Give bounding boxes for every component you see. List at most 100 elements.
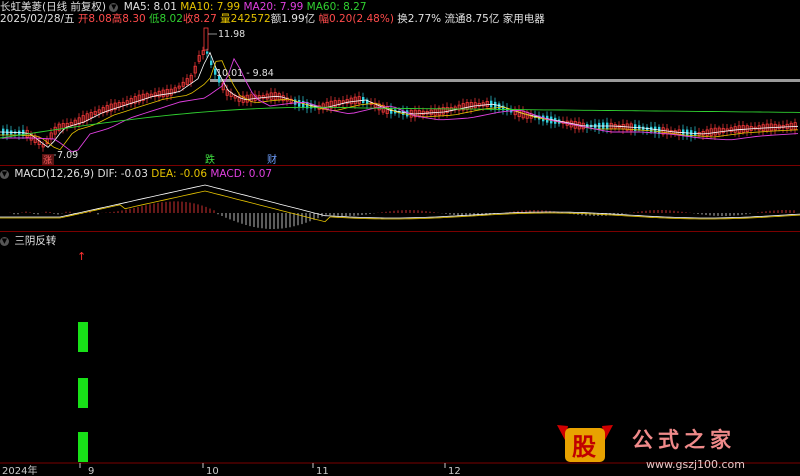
- range-annotation: 10.01 - 9.84: [216, 68, 274, 79]
- candle: [189, 73, 193, 87]
- candle: [502, 101, 505, 115]
- x-tick-year: 2024年: [2, 464, 37, 476]
- candle: [109, 99, 113, 117]
- ma10-line: [0, 60, 799, 151]
- candle: [629, 121, 633, 136]
- candle: [265, 90, 269, 102]
- candle: [85, 110, 89, 126]
- candle: [133, 93, 137, 109]
- candle: [785, 119, 789, 133]
- signal-bar: [78, 378, 88, 408]
- candle: [22, 124, 25, 139]
- candle: [81, 110, 85, 126]
- candle: [185, 74, 189, 87]
- x-tick-10: 10: [206, 466, 219, 476]
- candle: [753, 122, 757, 132]
- x-tick-12: 12: [448, 466, 461, 476]
- candle: [197, 50, 201, 64]
- candle: [89, 109, 93, 122]
- candle: [153, 87, 157, 101]
- candle: [73, 117, 77, 130]
- candle: [494, 97, 497, 114]
- candle: [45, 135, 49, 146]
- watermark-url: www.gszj100.com: [646, 458, 745, 471]
- candle: [357, 91, 361, 107]
- candle: [625, 119, 629, 133]
- candle: [385, 101, 389, 118]
- macd-pane: [0, 184, 800, 229]
- watermark-stock: 股: [572, 433, 596, 461]
- price-range-bar: [210, 79, 800, 82]
- signal-bar: [78, 322, 88, 352]
- candle: [461, 98, 465, 114]
- candle: [690, 126, 693, 142]
- candle: [113, 99, 117, 113]
- candle: [101, 105, 105, 117]
- candle: [594, 118, 597, 133]
- candle: [149, 90, 153, 100]
- chart-canvas[interactable]: 11.98 10.01 - 9.84 7.09 涨 跌 财 ↑ 2024年 9 …: [0, 0, 800, 476]
- candle: [721, 123, 725, 137]
- candle: [761, 122, 765, 136]
- candle: [697, 127, 701, 139]
- candle: [125, 95, 129, 108]
- candle: [137, 90, 141, 106]
- dea-line: [0, 190, 800, 223]
- signal-bar: [78, 432, 88, 462]
- candle: [777, 121, 781, 132]
- candle: [281, 91, 285, 106]
- candle: [542, 113, 545, 126]
- ma20-line: [0, 57, 799, 153]
- cai-marker[interactable]: 财: [267, 153, 277, 166]
- candle: [145, 91, 149, 104]
- candle: [97, 105, 101, 118]
- candle: [717, 125, 721, 138]
- candle: [729, 124, 733, 135]
- candle: [517, 105, 521, 122]
- die-marker[interactable]: 跌: [205, 153, 215, 166]
- candle: [725, 123, 729, 137]
- candle: [141, 89, 145, 105]
- low-annotation: 7.09: [57, 150, 78, 161]
- candle: [57, 121, 61, 133]
- candle: [257, 90, 261, 104]
- candle: [337, 97, 341, 109]
- candle: [333, 96, 337, 111]
- candle: [65, 118, 69, 132]
- x-tick-9: 9: [88, 466, 94, 476]
- candle: [157, 87, 161, 102]
- candle: [341, 95, 345, 109]
- candle: [105, 101, 109, 116]
- candle: [345, 94, 349, 107]
- candle: [525, 109, 529, 123]
- dif-line: [0, 184, 800, 219]
- candle: [646, 124, 649, 135]
- zhang-text: 涨: [43, 155, 52, 166]
- x-tick-11: 11: [316, 466, 329, 476]
- candle: [485, 97, 489, 110]
- signal-arrow-icon: ↑: [77, 250, 86, 263]
- candle: [441, 103, 445, 118]
- watermark-brand: 公式之家: [632, 428, 736, 452]
- candle: [737, 120, 741, 138]
- candle: [117, 99, 121, 111]
- candle: [429, 105, 433, 118]
- candle: [638, 120, 641, 133]
- candle: [193, 62, 197, 78]
- candle: [306, 99, 309, 114]
- candle: [53, 122, 57, 139]
- candle: [513, 106, 517, 120]
- candle: [161, 87, 165, 100]
- candle: [498, 101, 501, 113]
- candle: [229, 88, 233, 101]
- candle: [745, 123, 749, 137]
- candle: [298, 95, 301, 112]
- candle: [642, 123, 645, 135]
- candle: [465, 98, 469, 114]
- candle: [366, 97, 369, 109]
- candle: [457, 100, 461, 116]
- candle: [477, 98, 481, 111]
- high-annotation: 11.98: [218, 29, 245, 40]
- candle: [673, 128, 677, 137]
- peak-candle: [203, 27, 209, 51]
